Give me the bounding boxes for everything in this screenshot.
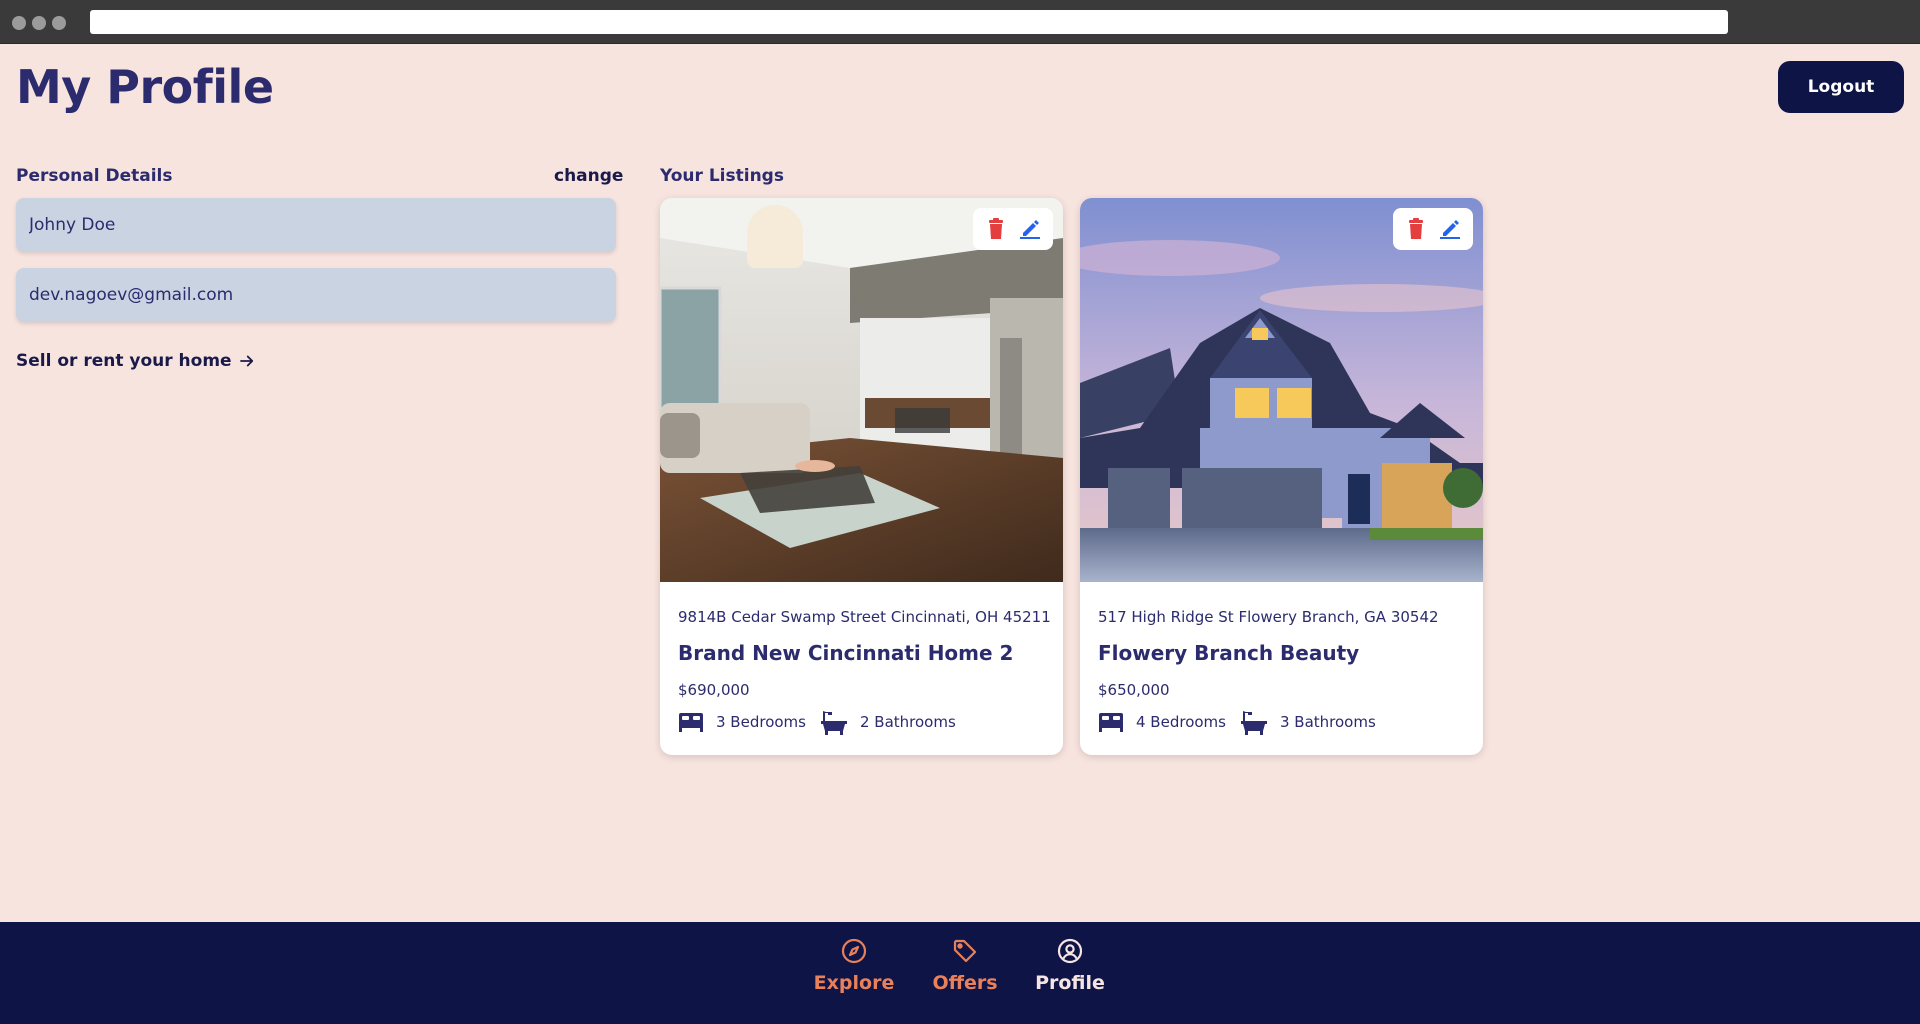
nav-profile-label: Profile <box>1035 972 1105 994</box>
listing-features: 4 Bedrooms 3 Bathrooms <box>1098 708 1390 736</box>
nav-explore[interactable]: Explore <box>814 938 894 994</box>
bedrooms-label: 4 Bedrooms <box>1136 713 1226 731</box>
listing-address: 9814B Cedar Swamp Street Cincinnati, OH … <box>678 608 1051 626</box>
delete-icon[interactable] <box>1403 216 1429 242</box>
listing-photo-living-room <box>660 198 1063 582</box>
tag-icon <box>953 939 977 963</box>
card-actions <box>1393 208 1473 250</box>
nav-explore-label: Explore <box>813 972 895 994</box>
bathrooms-label: 2 Bathrooms <box>859 713 956 731</box>
your-listings-label: Your Listings <box>660 166 784 186</box>
compass-icon <box>841 938 867 964</box>
bath-icon <box>820 711 847 735</box>
listing-card[interactable]: 517 High Ridge St Flowery Branch, GA 305… <box>1080 198 1483 755</box>
edit-icon[interactable] <box>1437 216 1463 242</box>
bathrooms-label: 3 Bathrooms <box>1279 713 1376 731</box>
listing-title[interactable]: Brand New Cincinnati Home 2 <box>678 641 1013 665</box>
nav-offers[interactable]: Offers <box>930 938 1000 994</box>
sell-or-rent-label: Sell or rent your home <box>16 351 232 371</box>
change-button[interactable]: change <box>554 166 623 186</box>
listing-card[interactable]: 9814B Cedar Swamp Street Cincinnati, OH … <box>660 198 1063 755</box>
bedrooms-label: 3 Bedrooms <box>716 713 806 731</box>
address-bar[interactable] <box>90 10 1728 34</box>
window-dot-icon[interactable] <box>32 16 46 30</box>
browser-chrome <box>0 0 1920 44</box>
bed-icon <box>1099 713 1123 732</box>
listing-price: $690,000 <box>678 681 750 699</box>
listing-address: 517 High Ridge St Flowery Branch, GA 305… <box>1098 608 1439 626</box>
listing-photo-house-exterior <box>1080 198 1483 582</box>
listing-price: $650,000 <box>1098 681 1170 699</box>
window-dot-icon[interactable] <box>52 16 66 30</box>
listing-title[interactable]: Flowery Branch Beauty <box>1098 641 1359 665</box>
nav-offers-label: Offers <box>932 972 998 994</box>
email-field[interactable] <box>16 268 616 322</box>
edit-icon[interactable] <box>1017 216 1043 242</box>
personal-details-label: Personal Details <box>16 166 173 186</box>
user-circle-icon <box>1057 938 1083 964</box>
logout-button[interactable]: Logout <box>1778 61 1904 113</box>
name-field[interactable] <box>16 198 616 252</box>
window-dot-icon[interactable] <box>12 16 26 30</box>
listing-features: 3 Bedrooms 2 Bathrooms <box>678 708 970 736</box>
arrow-right-icon <box>239 355 253 367</box>
bottom-nav: Explore Offers Profile <box>0 922 1920 1024</box>
sell-or-rent-link[interactable]: Sell or rent your home <box>16 351 256 371</box>
bed-icon <box>679 713 703 732</box>
bath-icon <box>1240 711 1267 735</box>
delete-icon[interactable] <box>983 216 1009 242</box>
page-title: My Profile <box>16 60 274 114</box>
nav-profile[interactable]: Profile <box>1035 938 1105 994</box>
card-actions <box>973 208 1053 250</box>
